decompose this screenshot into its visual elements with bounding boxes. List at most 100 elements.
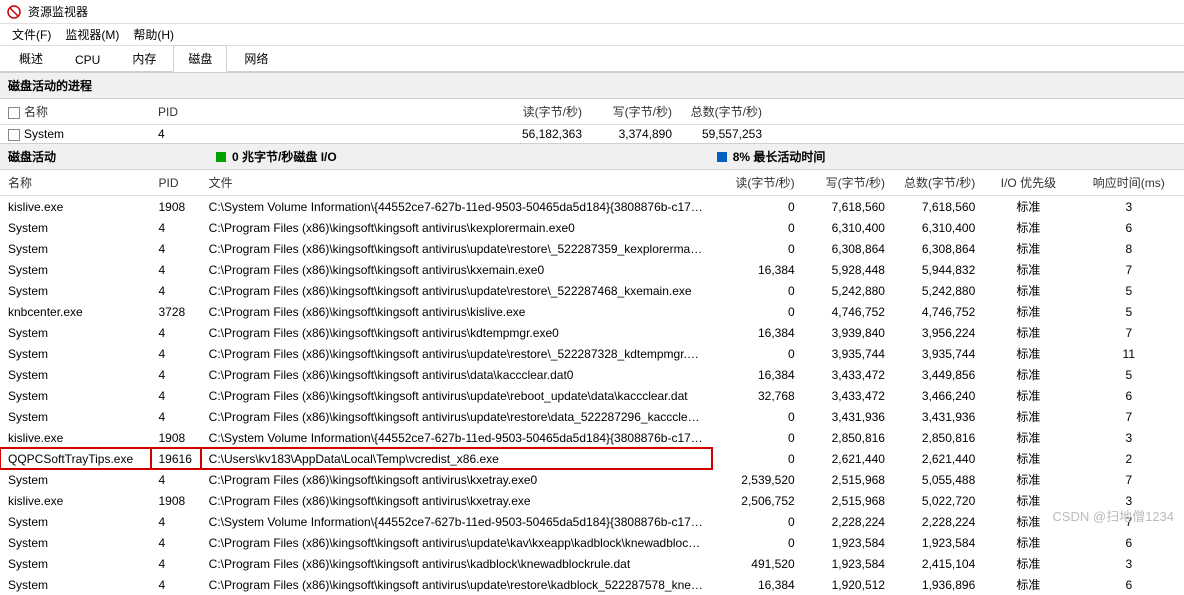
io-indicator-icon [216, 152, 226, 162]
act-file: C:\Program Files (x86)\kingsoft\kingsoft… [201, 469, 713, 490]
table-row[interactable]: System 4 C:\Program Files (x86)\kingsoft… [0, 469, 1184, 490]
act-file: C:\Program Files (x86)\kingsoft\kingsoft… [201, 301, 713, 322]
act-total: 3,956,224 [893, 322, 983, 343]
col-resp[interactable]: 响应时间(ms) [1074, 170, 1184, 196]
table-row[interactable]: System 4 C:\Program Files (x86)\kingsoft… [0, 385, 1184, 406]
act-name: System [0, 280, 151, 301]
table-row[interactable]: System 4 C:\Program Files (x86)\kingsoft… [0, 238, 1184, 259]
act-resp: 3 [1074, 196, 1184, 218]
act-read: 0 [712, 301, 802, 322]
act-total: 5,055,488 [893, 469, 983, 490]
tab-disk[interactable]: 磁盘 [173, 45, 227, 72]
act-pid: 4 [151, 553, 201, 574]
table-row[interactable]: kislive.exe 1908 C:\Program Files (x86)\… [0, 490, 1184, 511]
act-prio: 标准 [983, 364, 1073, 385]
act-file: C:\Program Files (x86)\kingsoft\kingsoft… [201, 259, 713, 280]
act-pid: 4 [151, 238, 201, 259]
col-read[interactable]: 读(字节/秒) [500, 99, 590, 125]
table-row[interactable]: System 4 C:\Program Files (x86)\kingsoft… [0, 574, 1184, 595]
act-resp: 5 [1074, 280, 1184, 301]
table-row[interactable]: System 4 C:\Program Files (x86)\kingsoft… [0, 259, 1184, 280]
tab-cpu[interactable]: CPU [60, 48, 115, 71]
tab-network[interactable]: 网络 [229, 45, 283, 71]
act-write: 6,310,400 [803, 217, 893, 238]
act-name: System [0, 553, 151, 574]
act-pid: 4 [151, 343, 201, 364]
table-row[interactable]: System 4 C:\Program Files (x86)\kingsoft… [0, 322, 1184, 343]
act-resp: 2 [1074, 448, 1184, 469]
act-pid: 19616 [151, 448, 201, 469]
row-checkbox[interactable] [8, 129, 20, 141]
act-resp: 6 [1074, 217, 1184, 238]
col-name[interactable]: 名称 [24, 105, 48, 119]
act-resp: 7 [1074, 511, 1184, 532]
col-pid[interactable]: PID [151, 170, 201, 196]
table-row[interactable]: System 4 56,182,363 3,374,890 59,557,253 [0, 125, 1184, 144]
act-pid: 4 [151, 469, 201, 490]
act-read: 0 [712, 217, 802, 238]
act-resp: 3 [1074, 553, 1184, 574]
act-pid: 1908 [151, 490, 201, 511]
menu-help[interactable]: 帮助(H) [127, 24, 180, 45]
table-row[interactable]: kislive.exe 1908 C:\System Volume Inform… [0, 196, 1184, 218]
processes-header-row: 名称 PID 读(字节/秒) 写(字节/秒) 总数(字节/秒) [0, 99, 1184, 125]
act-prio: 标准 [983, 532, 1073, 553]
table-row[interactable]: System 4 C:\Program Files (x86)\kingsoft… [0, 280, 1184, 301]
table-row[interactable]: System 4 C:\Program Files (x86)\kingsoft… [0, 343, 1184, 364]
act-total: 2,621,440 [893, 448, 983, 469]
act-write: 3,939,840 [803, 322, 893, 343]
act-prio: 标准 [983, 259, 1073, 280]
table-row[interactable]: System 4 C:\Program Files (x86)\kingsoft… [0, 217, 1184, 238]
col-total[interactable]: 总数(字节/秒) [893, 170, 983, 196]
act-write: 3,433,472 [803, 385, 893, 406]
processes-header[interactable]: 磁盘活动的进程 [0, 72, 1184, 99]
act-read: 16,384 [712, 259, 802, 280]
table-row[interactable]: QQPCSoftTrayTips.exe 19616 C:\Users\kv18… [0, 448, 1184, 469]
menu-monitor[interactable]: 监视器(M) [59, 24, 125, 45]
processes-table: 名称 PID 读(字节/秒) 写(字节/秒) 总数(字节/秒) System 4… [0, 99, 1184, 143]
col-read[interactable]: 读(字节/秒) [712, 170, 802, 196]
table-row[interactable]: System 4 C:\Program Files (x86)\kingsoft… [0, 553, 1184, 574]
act-name: knbcenter.exe [0, 301, 151, 322]
menu-file[interactable]: 文件(F) [6, 24, 57, 45]
act-prio: 标准 [983, 238, 1073, 259]
tab-memory[interactable]: 内存 [117, 45, 171, 71]
col-write[interactable]: 写(字节/秒) [803, 170, 893, 196]
col-prio[interactable]: I/O 优先级 [983, 170, 1073, 196]
stats-bar: 0 兆字节/秒磁盘 I/O 8% 最长活动时间 [56, 148, 825, 165]
table-row[interactable]: knbcenter.exe 3728 C:\Program Files (x86… [0, 301, 1184, 322]
act-read: 16,384 [712, 574, 802, 595]
col-file[interactable]: 文件 [201, 170, 713, 196]
act-read: 0 [712, 532, 802, 553]
menubar: 文件(F) 监视器(M) 帮助(H) [0, 24, 1184, 46]
tab-overview[interactable]: 概述 [4, 45, 58, 71]
act-read: 16,384 [712, 364, 802, 385]
activity-header[interactable]: 磁盘活动 0 兆字节/秒磁盘 I/O 8% 最长活动时间 [0, 143, 1184, 170]
act-file: C:\System Volume Information\{44552ce7-6… [201, 196, 713, 218]
act-file: C:\System Volume Information\{44552ce7-6… [201, 511, 713, 532]
act-total: 7,618,560 [893, 196, 983, 218]
table-row[interactable]: System 4 C:\Program Files (x86)\kingsoft… [0, 364, 1184, 385]
act-write: 2,515,968 [803, 469, 893, 490]
act-prio: 标准 [983, 448, 1073, 469]
act-total: 1,936,896 [893, 574, 983, 595]
table-row[interactable]: kislive.exe 1908 C:\System Volume Inform… [0, 427, 1184, 448]
col-write[interactable]: 写(字节/秒) [590, 99, 680, 125]
col-pid[interactable]: PID [150, 99, 200, 125]
col-name[interactable]: 名称 [0, 170, 151, 196]
col-total[interactable]: 总数(字节/秒) [680, 99, 770, 125]
act-resp: 3 [1074, 427, 1184, 448]
act-write: 2,850,816 [803, 427, 893, 448]
proc-name: System [24, 127, 64, 141]
act-resp: 8 [1074, 238, 1184, 259]
act-total: 3,466,240 [893, 385, 983, 406]
proc-total: 59,557,253 [680, 125, 770, 144]
act-write: 1,923,584 [803, 553, 893, 574]
table-row[interactable]: System 4 C:\Program Files (x86)\kingsoft… [0, 406, 1184, 427]
act-write: 1,920,512 [803, 574, 893, 595]
table-row[interactable]: System 4 C:\System Volume Information\{4… [0, 511, 1184, 532]
select-all-checkbox[interactable] [8, 107, 20, 119]
act-read: 32,768 [712, 385, 802, 406]
table-row[interactable]: System 4 C:\Program Files (x86)\kingsoft… [0, 532, 1184, 553]
act-resp: 3 [1074, 490, 1184, 511]
